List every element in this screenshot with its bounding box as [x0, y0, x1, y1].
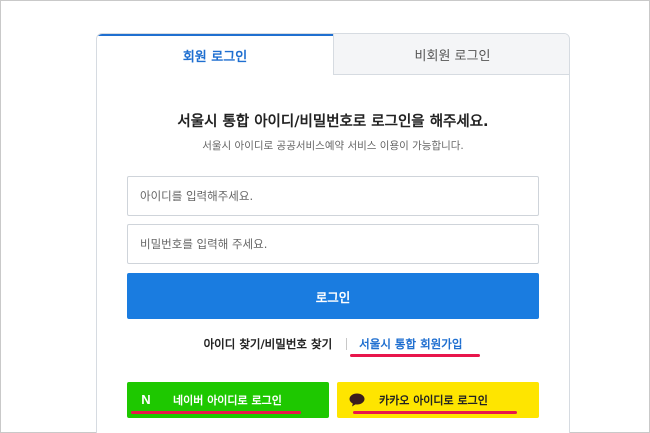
naver-login-label: 네이버 아이디로 로그인 — [173, 394, 282, 407]
account-links: 아이디 찾기/비밀번호 찾기 서울시 통합 회원가입 — [97, 336, 569, 352]
naver-logo-icon: N — [141, 392, 151, 407]
kakao-highlight-underline — [353, 411, 517, 414]
login-card: 회원 로그인 비회원 로그인 서울시 통합 아이디/비밀번호로 로그인을 해주세… — [96, 33, 570, 433]
join-member-link[interactable]: 서울시 통합 회원가입 — [359, 336, 462, 352]
naver-highlight-underline — [131, 411, 301, 414]
tab-member-login[interactable]: 회원 로그인 — [97, 34, 333, 75]
kakao-login-label: 카카오 아이디로 로그인 — [379, 394, 488, 407]
kakao-speech-bubble-icon — [349, 393, 365, 407]
login-headline: 서울시 통합 아이디/비밀번호로 로그인을 해주세요. — [177, 114, 489, 130]
link-divider — [346, 338, 348, 350]
login-tabs: 회원 로그인 비회원 로그인 — [97, 34, 569, 75]
login-button[interactable]: 로그인 — [127, 273, 539, 319]
login-subline: 서울시 아이디로 공공서비스예약 서비스 이용이 가능합니다. — [202, 140, 464, 152]
tab-guest-login[interactable]: 비회원 로그인 — [333, 34, 569, 75]
id-input[interactable] — [127, 176, 539, 216]
join-highlight-underline — [350, 354, 480, 357]
find-id-password-link[interactable]: 아이디 찾기/비밀번호 찾기 — [204, 336, 333, 352]
password-input[interactable] — [127, 224, 539, 264]
